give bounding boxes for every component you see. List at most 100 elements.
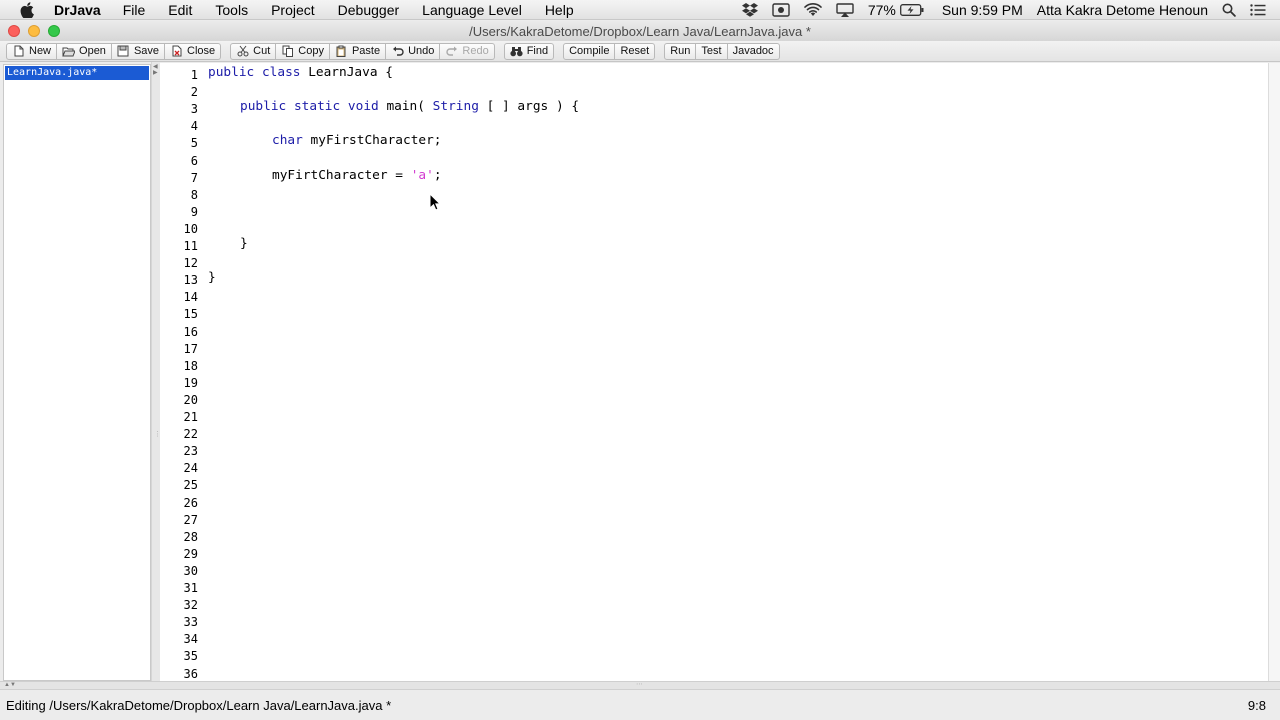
close-button[interactable]: Close (165, 42, 222, 60)
editor-vertical-scrollbar[interactable] (1268, 63, 1280, 681)
code-token: main( (378, 99, 433, 115)
line-number: 1 (190, 68, 198, 82)
splitter-toggle-arrows-icon[interactable]: ▲▼ (4, 682, 16, 688)
line-number: 29 (183, 546, 198, 561)
compile-button[interactable]: Compile (563, 42, 616, 60)
code-editor[interactable]: 1 2 3 4 5 6 7 8 9 10 11 12 13 14 15 16 17 18 19 20 21 22 23 24 2… (160, 63, 1280, 681)
line-number: 15 (183, 307, 198, 322)
spotlight-search-icon[interactable] (1222, 3, 1236, 17)
line-number: 14 (183, 290, 198, 305)
keyword-token: public (208, 65, 255, 80)
line-number: 26 (183, 495, 198, 510)
clock[interactable]: Sun 9:59 PM (942, 2, 1023, 18)
new-button-label: New (29, 45, 52, 57)
cut-button[interactable]: Cut (230, 42, 277, 60)
window-title-bar: /Users/KakraDetome/Dropbox/Learn Java/Le… (0, 21, 1280, 41)
line-number: 5 (190, 136, 198, 151)
window-title: /Users/KakraDetome/Dropbox/Learn Java/Le… (469, 23, 811, 39)
keyword-token: class (261, 65, 301, 80)
code-line[interactable]: char myFirstCharacter; (272, 132, 442, 149)
menu-help[interactable]: Help (545, 2, 574, 18)
new-button[interactable]: New (6, 42, 58, 60)
screen-record-icon[interactable] (772, 3, 790, 17)
javadoc-button-label: Javadoc (732, 45, 774, 57)
paste-button[interactable]: Paste (329, 42, 387, 60)
javadoc-button[interactable]: Javadoc (727, 42, 780, 60)
menu-debugger[interactable]: Debugger (338, 2, 400, 18)
code-line[interactable]: public class LearnJava { (208, 64, 393, 81)
document-item-learnjava[interactable]: LearnJava.java* (5, 66, 149, 80)
find-button-label: Find (526, 45, 549, 57)
line-number: 12 (183, 256, 198, 271)
vertical-splitter[interactable]: ◀ ▶ ⋮ (151, 62, 161, 682)
run-button[interactable]: Run (664, 42, 697, 60)
compile-button-label: Compile (569, 45, 610, 57)
char-literal-token: 'a' (410, 167, 434, 183)
notification-center-icon[interactable] (1250, 4, 1266, 16)
horizontal-splitter[interactable]: ▲▼ ⋯ (0, 681, 1280, 689)
keyword-token: static (293, 99, 341, 115)
open-button[interactable]: Open (57, 42, 112, 60)
line-number: 25 (183, 478, 198, 493)
paste-clipboard-icon (335, 45, 348, 57)
menu-language-level[interactable]: Language Level (422, 2, 522, 18)
window-close-button[interactable] (8, 25, 20, 37)
code-token: } (240, 236, 248, 251)
redo-button[interactable]: Redo (440, 42, 495, 60)
close-button-label: Close (187, 45, 216, 57)
line-number-gutter: 1 2 3 4 5 6 7 8 9 10 11 12 13 14 15 16 17 18 19 20 21 22 23 24 2… (160, 63, 201, 681)
window-minimize-button[interactable] (28, 25, 40, 37)
code-token: myFirtCharacter = (272, 167, 411, 183)
undo-button-label: Undo (408, 45, 435, 57)
code-text-area[interactable]: public class LearnJava {public static vo… (208, 63, 1268, 681)
code-line[interactable]: } (208, 269, 216, 286)
test-button[interactable]: Test (696, 42, 728, 60)
close-file-icon (170, 45, 183, 57)
open-button-label: Open (79, 45, 106, 57)
app-menu-drjava[interactable]: DrJava (54, 2, 101, 18)
undo-button[interactable]: Undo (386, 42, 441, 60)
menu-file[interactable]: File (123, 2, 146, 18)
copy-button-label: Copy (298, 45, 324, 57)
wifi-icon[interactable] (804, 3, 822, 17)
airplay-icon[interactable] (836, 3, 854, 17)
code-token: myFirstCharacter; (302, 133, 442, 149)
code-token: [ ] args ) { (478, 99, 580, 115)
reset-button[interactable]: Reset (615, 42, 656, 60)
keyword-token: void (347, 99, 379, 115)
test-button-label: Test (701, 45, 722, 57)
code-token: LearnJava { (300, 65, 393, 80)
window-zoom-button[interactable] (48, 25, 60, 37)
splitter-grip-icon: ⋯ (636, 681, 643, 688)
save-button[interactable]: Save (111, 42, 166, 60)
save-button-label: Save (133, 45, 160, 57)
apple-logo-icon[interactable] (20, 1, 38, 18)
dropbox-icon[interactable] (741, 3, 758, 17)
document-list-pane[interactable]: LearnJava.java* (3, 64, 151, 681)
battery-charging-icon[interactable] (899, 4, 924, 16)
menu-project[interactable]: Project (271, 2, 315, 18)
battery-percent: 77% (867, 2, 896, 18)
splitter-collapse-arrows-icon[interactable]: ◀ ▶ (153, 64, 158, 76)
line-number: 4 (190, 119, 198, 134)
line-number: 31 (183, 581, 198, 595)
find-button[interactable]: Find (503, 42, 555, 60)
menu-edit[interactable]: Edit (168, 2, 192, 18)
copy-button[interactable]: Copy (276, 42, 330, 60)
redo-button-label: Redo (462, 45, 489, 57)
user-name[interactable]: Atta Kakra Detome Henoun (1037, 2, 1208, 18)
menu-bar: DrJava File Edit Tools Project Debugger … (0, 0, 1280, 20)
cut-button-label: Cut (253, 45, 271, 57)
copy-icon (281, 45, 294, 57)
line-number: 20 (183, 392, 198, 407)
mouse-pointer-icon (429, 192, 442, 216)
menu-tools[interactable]: Tools (215, 2, 248, 18)
line-number: 21 (183, 410, 198, 424)
code-line[interactable]: myFirtCharacter = 'a'; (272, 167, 442, 184)
run-button-label: Run (670, 45, 691, 57)
code-line[interactable]: public static void main( String [ ] args… (240, 98, 579, 115)
line-number: 6 (190, 153, 198, 168)
code-line[interactable]: } (240, 235, 248, 252)
